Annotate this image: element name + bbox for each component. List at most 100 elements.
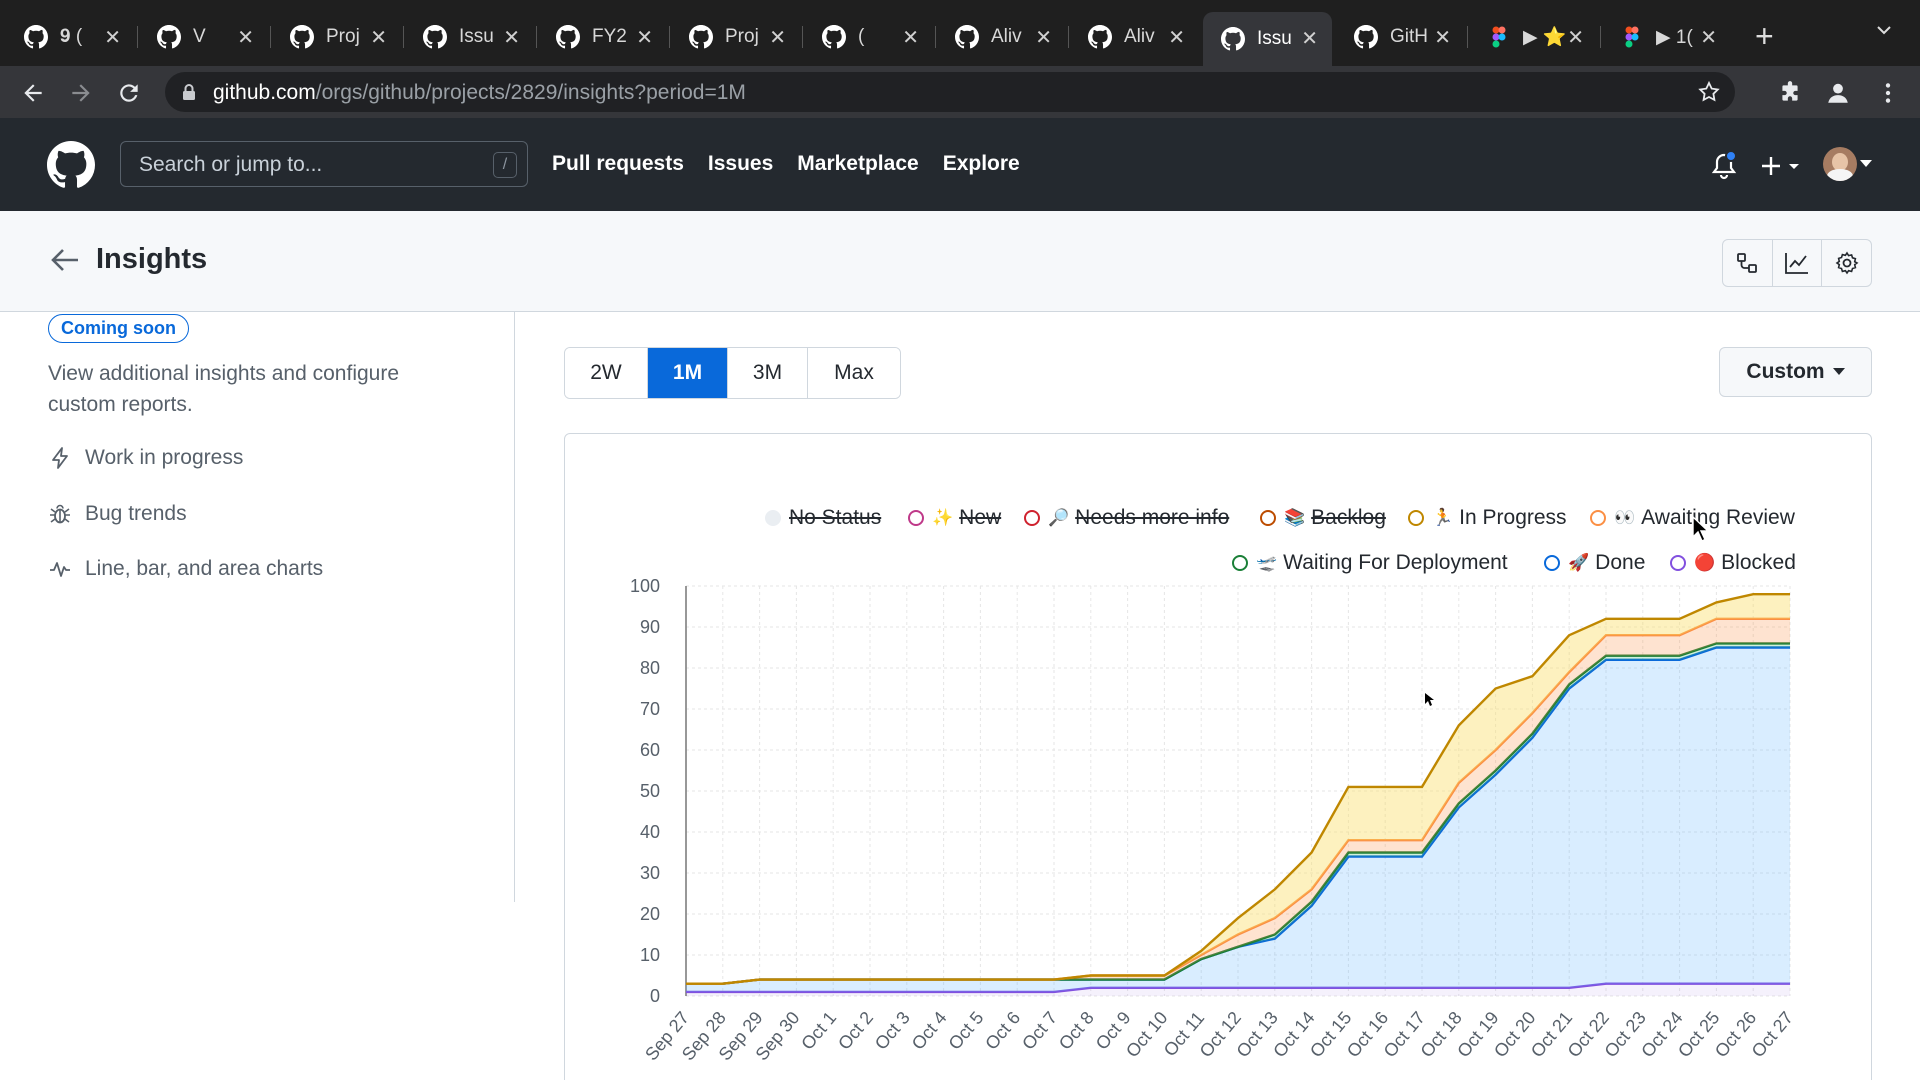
gear-icon [1835, 251, 1859, 275]
browser-tab[interactable]: FY2 ✕ [538, 17, 667, 57]
x-tick-label: Oct 7 [1018, 1008, 1061, 1054]
tab-title: 𝟗 ( [60, 26, 83, 47]
sidebar-item-label: Line, bar, and area charts [85, 557, 324, 580]
browser-tab[interactable]: ▶ 1(✕ [1602, 17, 1731, 57]
github-favicon-icon [24, 25, 48, 49]
browser-tab[interactable]: Aliv ✕ [937, 17, 1066, 57]
browser-tab[interactable]: V ✕ [139, 17, 268, 57]
legend-item[interactable]: 🔎 Needs more info [1024, 506, 1229, 530]
y-tick-label: 20 [640, 904, 660, 924]
insights-button[interactable] [1773, 240, 1823, 286]
search-placeholder: Search or jump to... [139, 153, 323, 176]
zap-icon [52, 447, 68, 469]
browser-tab[interactable]: ▶ ⭐ ✕ [1469, 17, 1598, 57]
browser-tab[interactable]: Issu ✕ [405, 17, 534, 57]
tab-close-icon[interactable]: ✕ [503, 25, 520, 50]
tab-separator [802, 26, 803, 48]
tab-close-icon[interactable]: ✕ [370, 25, 387, 50]
reload-icon[interactable] [116, 80, 142, 106]
pulse-icon [50, 562, 70, 577]
nav-issues[interactable]: Issues [708, 152, 773, 176]
github-favicon-icon [290, 25, 314, 49]
back-arrow-icon[interactable] [50, 247, 80, 273]
browser-tab[interactable]: GitH ✕ [1336, 17, 1465, 57]
sidebar-item-work-in-progress[interactable]: Work in progress [48, 446, 243, 470]
legend-item[interactable]: 📚 Backlog [1260, 506, 1386, 530]
browser-tab[interactable]: Proj ✕ [272, 17, 401, 57]
legend-item[interactable]: ✨ New [908, 506, 1001, 530]
tab-close-icon[interactable]: ✕ [1700, 25, 1717, 50]
tab-search-icon[interactable] [1876, 22, 1892, 38]
tab-title: ( [858, 26, 865, 47]
address-bar[interactable]: github.com/orgs/github/projects/2829/ins… [165, 72, 1735, 112]
back-icon[interactable] [20, 80, 46, 106]
y-tick-label: 80 [640, 658, 660, 678]
tab-title: V [193, 26, 206, 47]
legend-label: No Status [789, 506, 882, 529]
lock-icon [183, 84, 195, 100]
avatar-caret-icon[interactable] [1860, 160, 1872, 168]
github-favicon-icon [1088, 25, 1112, 49]
bookmark-star-icon[interactable] [1697, 80, 1721, 104]
legend-swatch [1670, 555, 1686, 571]
tab-title: Issu [1257, 28, 1292, 49]
y-tick-label: 30 [640, 863, 660, 883]
x-tick-label: Oct 10 [1122, 1008, 1171, 1061]
period-1m[interactable]: 1M [648, 348, 728, 398]
legend-swatch [1260, 510, 1276, 526]
create-new-icon[interactable] [1762, 155, 1802, 177]
legend-item[interactable]: 🏃 In Progress [1408, 506, 1567, 530]
tab-close-icon[interactable]: ✕ [1301, 26, 1318, 51]
sidebar-item-label: Bug trends [85, 502, 187, 525]
sidebar-item-charts[interactable]: Line, bar, and area charts [48, 557, 323, 581]
tab-close-icon[interactable]: ✕ [1168, 25, 1185, 50]
browser-tab[interactable]: Issu ✕ [1203, 12, 1332, 66]
settings-button[interactable] [1822, 240, 1871, 286]
tab-close-icon[interactable]: ✕ [1035, 25, 1052, 50]
nav-pull-requests[interactable]: Pull requests [552, 152, 684, 176]
stacked-area-chart: 0102030405060708090100Sep 27Sep 28Sep 29… [630, 576, 1797, 1064]
profile-icon[interactable] [1825, 80, 1851, 106]
tab-close-icon[interactable]: ✕ [104, 25, 121, 50]
tab-title: FY2 [592, 26, 627, 47]
notifications-bell-icon[interactable] [1710, 151, 1738, 181]
nav-marketplace[interactable]: Marketplace [797, 152, 918, 176]
tab-title: Proj [326, 26, 360, 47]
tab-close-icon[interactable]: ✕ [237, 25, 254, 50]
forward-icon[interactable] [68, 80, 94, 106]
view-actions-group [1722, 239, 1872, 287]
header-nav: Pull requests Issues Marketplace Explore [552, 152, 1020, 176]
avatar[interactable] [1823, 147, 1857, 181]
browser-tab[interactable]: (✕ [804, 17, 933, 57]
workflows-button[interactable] [1723, 240, 1773, 286]
legend-item[interactable]: No Status [765, 506, 881, 530]
period-2w[interactable]: 2W [565, 348, 648, 398]
browser-tab[interactable]: 𝟗 ( ✕ [6, 17, 135, 57]
github-logo-icon[interactable] [47, 141, 95, 189]
extensions-icon[interactable] [1777, 80, 1803, 106]
browser-tab[interactable]: Aliv ✕ [1070, 17, 1199, 57]
browser-tab[interactable]: Proj ✕ [671, 17, 800, 57]
tab-close-icon[interactable]: ✕ [902, 25, 919, 50]
legend-label: Needs more info [1075, 506, 1230, 529]
tab-close-icon[interactable]: ✕ [636, 25, 653, 50]
tab-close-icon[interactable]: ✕ [1567, 25, 1584, 50]
tab-close-icon[interactable]: ✕ [769, 25, 786, 50]
y-tick-label: 100 [630, 576, 660, 596]
sidebar-item-bug-trends[interactable]: Bug trends [48, 502, 187, 526]
tab-close-icon[interactable]: ✕ [1434, 25, 1451, 50]
browser-menu-icon[interactable] [1875, 80, 1901, 106]
nav-explore[interactable]: Explore [943, 152, 1020, 176]
custom-range-button[interactable]: Custom [1719, 347, 1872, 397]
legend-swatch [908, 510, 924, 526]
period-max[interactable]: Max [808, 348, 900, 398]
new-tab-button[interactable]: + [1755, 18, 1774, 55]
github-favicon-icon [1221, 27, 1245, 51]
tab-title: Aliv [1124, 26, 1155, 47]
search-input[interactable]: Search or jump to... / [120, 141, 528, 187]
period-3m[interactable]: 3M [728, 348, 808, 398]
tab-separator [137, 26, 138, 48]
y-tick-label: 40 [640, 822, 660, 842]
graph-icon [1785, 253, 1808, 274]
tab-separator [536, 26, 537, 48]
